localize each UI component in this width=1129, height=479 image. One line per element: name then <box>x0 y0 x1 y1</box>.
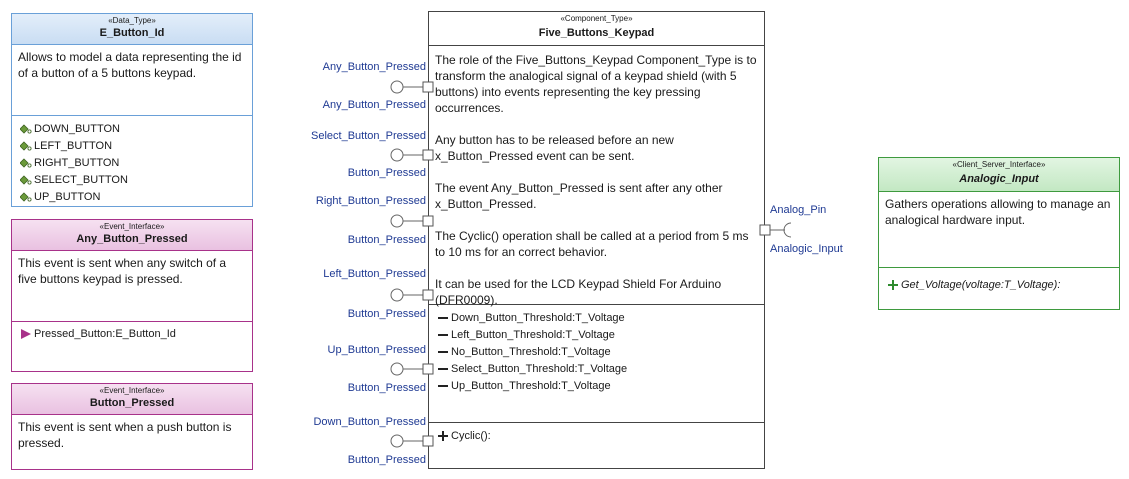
port-label-name: Analog_Pin <box>770 204 827 216</box>
port-any-button-pressed[interactable] <box>390 80 434 94</box>
port-label-type: Button_Pressed <box>347 234 426 246</box>
port-right-button-pressed[interactable] <box>390 214 434 228</box>
port-label-type: Analogic_Input <box>770 243 843 255</box>
port-label-type: Button_Pressed <box>347 308 426 320</box>
port-label-type: Button_Pressed <box>347 382 426 394</box>
port-analog-pin[interactable] <box>759 222 792 238</box>
port-left-button-pressed[interactable] <box>390 288 434 302</box>
port-label-name: Select_Button_Pressed <box>311 130 426 142</box>
port-down-button-pressed[interactable] <box>390 434 434 448</box>
ports-layer <box>390 80 792 448</box>
port-select-button-pressed[interactable] <box>390 148 434 162</box>
port-label-type: Any_Button_Pressed <box>322 99 426 111</box>
port-label-name: Left_Button_Pressed <box>323 268 426 280</box>
port-label-name: Up_Button_Pressed <box>327 344 426 356</box>
port-label-name: Down_Button_Pressed <box>313 416 426 428</box>
port-label-name: Right_Button_Pressed <box>315 195 426 207</box>
port-label-type: Button_Pressed <box>347 167 426 179</box>
port-label-type: Button_Pressed <box>347 454 426 466</box>
port-label-name: Any_Button_Pressed <box>322 61 426 73</box>
port-up-button-pressed[interactable] <box>390 362 434 376</box>
